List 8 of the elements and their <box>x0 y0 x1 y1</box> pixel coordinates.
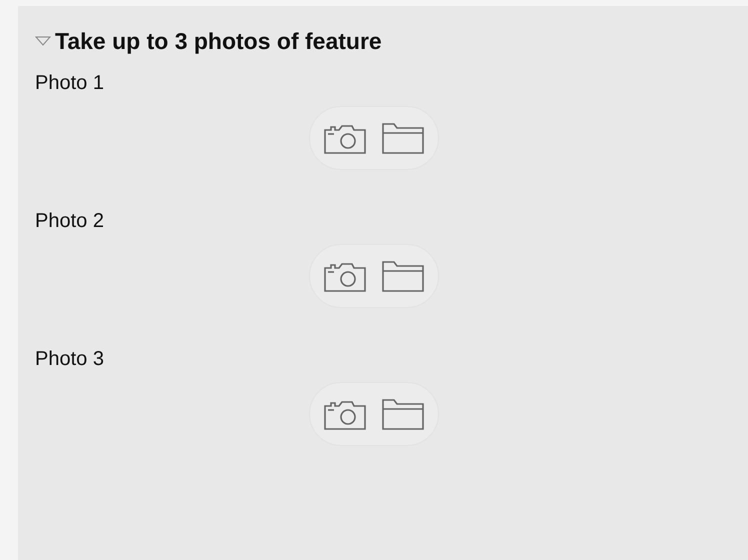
folder-icon[interactable] <box>381 259 425 293</box>
folder-icon[interactable] <box>381 397 425 431</box>
photo-label: Photo 1 <box>35 71 105 96</box>
collapse-triangle-icon <box>35 36 51 46</box>
photo-label: Photo 3 <box>35 347 105 372</box>
section-header[interactable]: Take up to 3 photos of feature <box>35 26 382 56</box>
folder-icon[interactable] <box>381 121 425 155</box>
photo-label: Photo 2 <box>35 209 105 234</box>
